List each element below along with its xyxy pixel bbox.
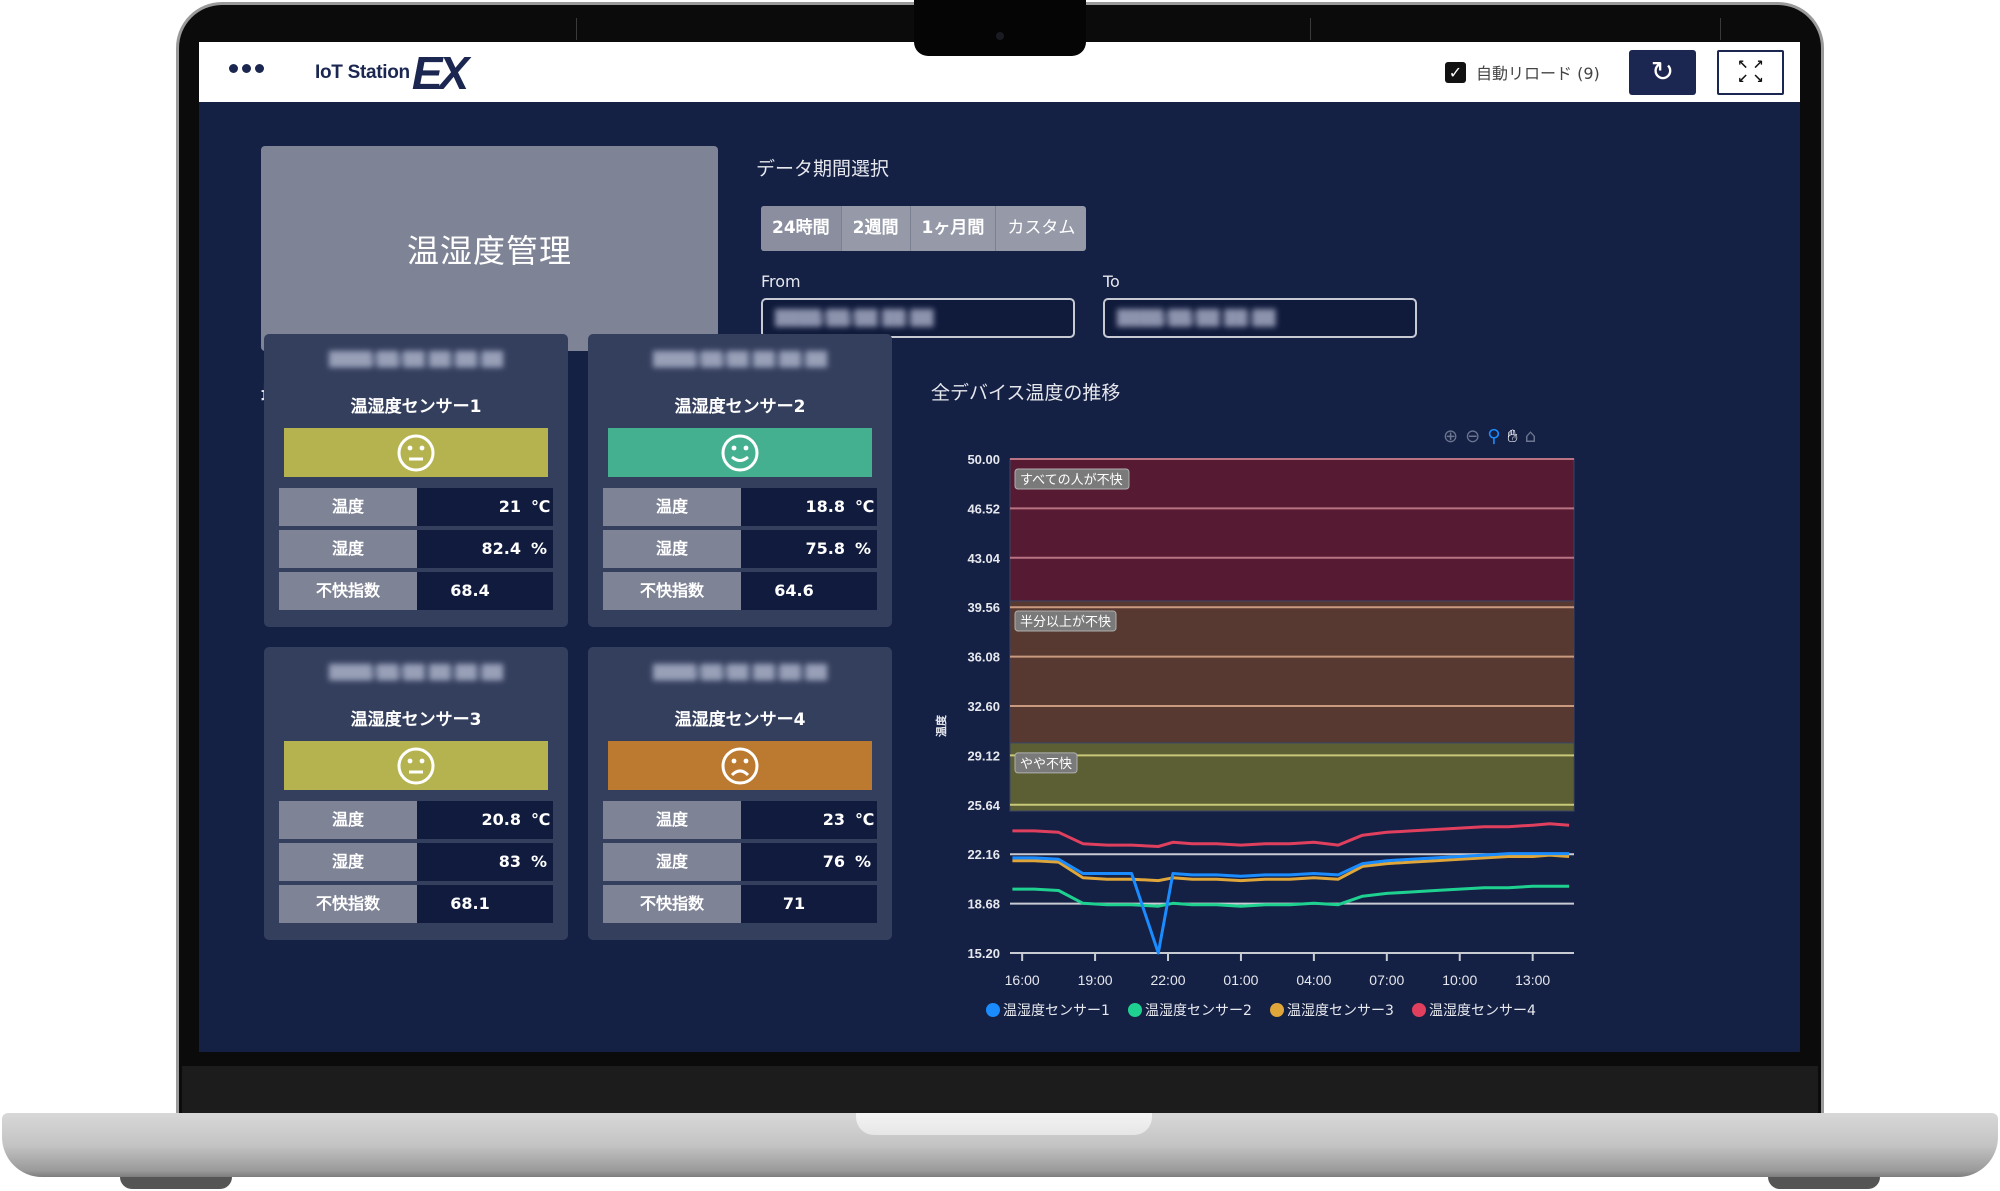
y-tick-label: 29.12: [967, 748, 1000, 763]
legend-marker: [986, 1003, 1000, 1017]
y-tick-label: 25.64: [967, 798, 1000, 813]
band-label: やや不快: [1020, 757, 1072, 772]
menubar-divider: [1310, 18, 1311, 40]
y-tick-label: 46.52: [967, 501, 1000, 516]
legend-marker: [1128, 1003, 1142, 1017]
legend-label: 温湿度センサー2: [1145, 1003, 1252, 1019]
menubar-divider: [1720, 18, 1721, 40]
laptop-foot: [120, 1177, 232, 1189]
band-label: 半分以上が不快: [1020, 615, 1111, 630]
x-tick-label: 13:00: [1515, 972, 1550, 988]
x-tick-label: 19:00: [1078, 972, 1113, 988]
chart-svg: 50.00 46.52 43.04 39.56 36.08 32.60 29.12 25.64…: [934, 452, 1575, 1019]
y-tick-label: 15.20: [967, 946, 1000, 961]
legend-label: 温湿度センサー4: [1429, 1003, 1536, 1019]
menubar-divider: [576, 18, 577, 40]
camera-icon: [996, 32, 1004, 40]
legend-marker: [1270, 1003, 1284, 1017]
temperature-chart: 50.00 46.52 43.04 39.56 36.08 32.60 29.12 25.64…: [199, 42, 1800, 1052]
x-tick-label: 16:00: [1005, 972, 1040, 988]
y-tick-label: 43.04: [967, 551, 1000, 566]
y-tick-label: 50.00: [967, 452, 1000, 467]
x-tick-label: 22:00: [1150, 972, 1185, 988]
y-tick-label: 32.60: [967, 699, 1000, 714]
y-tick-label: 39.56: [967, 600, 1000, 615]
series-line-3: [1012, 853, 1570, 883]
y-tick-label: 22.16: [967, 847, 1000, 862]
x-tick-label: 04:00: [1296, 972, 1331, 988]
legend-label: 温湿度センサー1: [1003, 1003, 1110, 1019]
x-tick-label: 01:00: [1223, 972, 1258, 988]
legend-label: 温湿度センサー3: [1287, 1003, 1394, 1019]
x-tick-label: 07:00: [1369, 972, 1404, 988]
laptop-bezel: [182, 1066, 1818, 1116]
band-やや不快: [1009, 742, 1575, 812]
laptop-base: [2, 1113, 1998, 1177]
lid-thumb-cutout: [856, 1113, 1152, 1135]
legend-marker: [1412, 1003, 1426, 1017]
y-tick-label: 36.08: [967, 650, 1000, 665]
y-axis-title: 温度: [934, 714, 948, 737]
series-line-4: [1012, 822, 1570, 848]
band-label: すべての人が不快: [1020, 473, 1123, 488]
y-tick-label: 18.68: [967, 897, 1000, 912]
camera-notch: [914, 0, 1086, 56]
laptop-foot: [1768, 1177, 1880, 1189]
x-tick-label: 10:00: [1442, 972, 1477, 988]
app-screen: IoT Station EX ✓ 自動リロード (9) ↻ ↖ ↗ ↙ ↘ 温湿度…: [199, 42, 1800, 1052]
